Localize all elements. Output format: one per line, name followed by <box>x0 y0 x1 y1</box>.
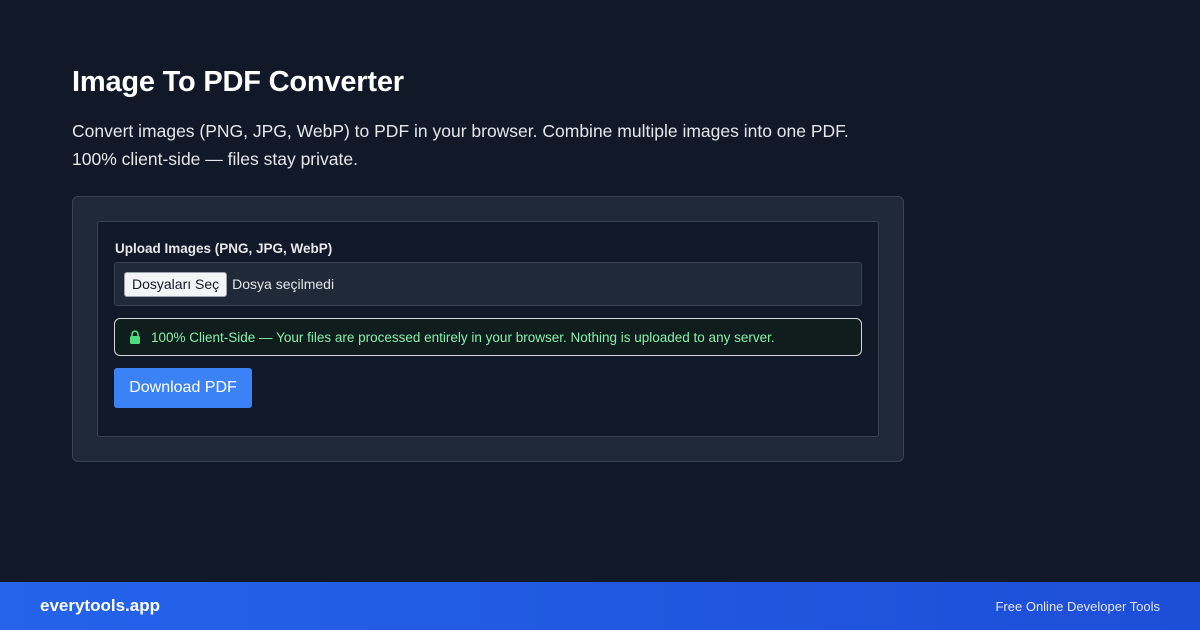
privacy-notice-text: 100% Client-Side — Your files are proces… <box>151 329 775 345</box>
description-line-1: Convert images (PNG, JPG, WebP) to PDF i… <box>72 121 849 141</box>
upload-label: Upload Images (PNG, JPG, WebP) <box>115 241 333 256</box>
description-line-2: 100% client-side — files stay private. <box>72 149 358 169</box>
page-description: Convert images (PNG, JPG, WebP) to PDF i… <box>72 117 902 173</box>
page: Image To PDF Converter Convert images (P… <box>0 0 1200 630</box>
privacy-notice: 100% Client-Side — Your files are proces… <box>114 318 862 356</box>
download-pdf-button[interactable]: Download PDF <box>114 368 252 408</box>
choose-files-button[interactable]: Dosyaları Seç <box>124 271 228 297</box>
tool-card: Upload Images (PNG, JPG, WebP) Dosyaları… <box>72 196 904 462</box>
footer: everytools.app Free Online Developer Too… <box>0 582 1200 630</box>
upload-panel: Upload Images (PNG, JPG, WebP) Dosyaları… <box>97 221 879 437</box>
footer-brand[interactable]: everytools.app <box>40 596 160 616</box>
file-input[interactable]: Dosyaları Seç Dosya seçilmedi <box>114 262 862 306</box>
footer-tagline: Free Online Developer Tools <box>995 598 1160 614</box>
file-status-text: Dosya seçilmedi <box>232 276 335 292</box>
page-title: Image To PDF Converter <box>72 66 404 98</box>
lock-icon <box>129 329 141 345</box>
